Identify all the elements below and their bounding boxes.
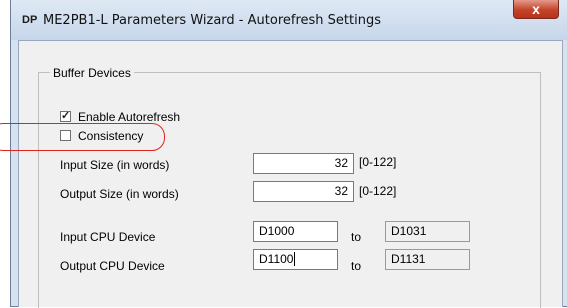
output-cpu-device-label: Output CPU Device: [60, 259, 165, 273]
input-cpu-to-label: to: [351, 230, 362, 244]
output-cpu-from-field[interactable]: D1100: [253, 249, 338, 270]
output-size-label: Output Size (in words): [60, 187, 179, 201]
app-icon: DP: [22, 14, 38, 26]
input-cpu-to-field: D1031: [385, 221, 470, 242]
input-size-range: [0-122]: [359, 155, 397, 169]
input-cpu-device-label: Input CPU Device: [60, 230, 156, 244]
text-caret: [294, 252, 296, 266]
close-icon: x: [532, 1, 540, 17]
consistency-highlight-annotation: [0, 123, 165, 151]
output-cpu-from-value: D1100: [259, 252, 294, 266]
input-size-field[interactable]: 32: [253, 153, 354, 174]
output-size-range: [0-122]: [359, 184, 397, 198]
enable-autorefresh-checkbox[interactable]: ✓: [60, 111, 71, 122]
dialog-client-area: Buffer Devices ✓ Enable Autorefresh Cons…: [18, 40, 563, 308]
title-bar[interactable]: DP ME2PB1-L Parameters Wizard - Autorefr…: [11, 0, 567, 40]
wizard-window: DP ME2PB1-L Parameters Wizard - Autorefr…: [10, 0, 567, 308]
window-title: ME2PB1-L Parameters Wizard - Autorefresh…: [43, 13, 381, 28]
input-cpu-from-field[interactable]: D1000: [253, 221, 338, 242]
group-legend: Buffer Devices: [50, 66, 134, 80]
output-cpu-to-field: D1131: [385, 249, 470, 270]
output-size-field[interactable]: 32: [253, 181, 354, 202]
input-size-label: Input Size (in words): [60, 158, 170, 172]
close-button[interactable]: x: [513, 0, 559, 19]
output-cpu-to-label: to: [351, 259, 362, 273]
